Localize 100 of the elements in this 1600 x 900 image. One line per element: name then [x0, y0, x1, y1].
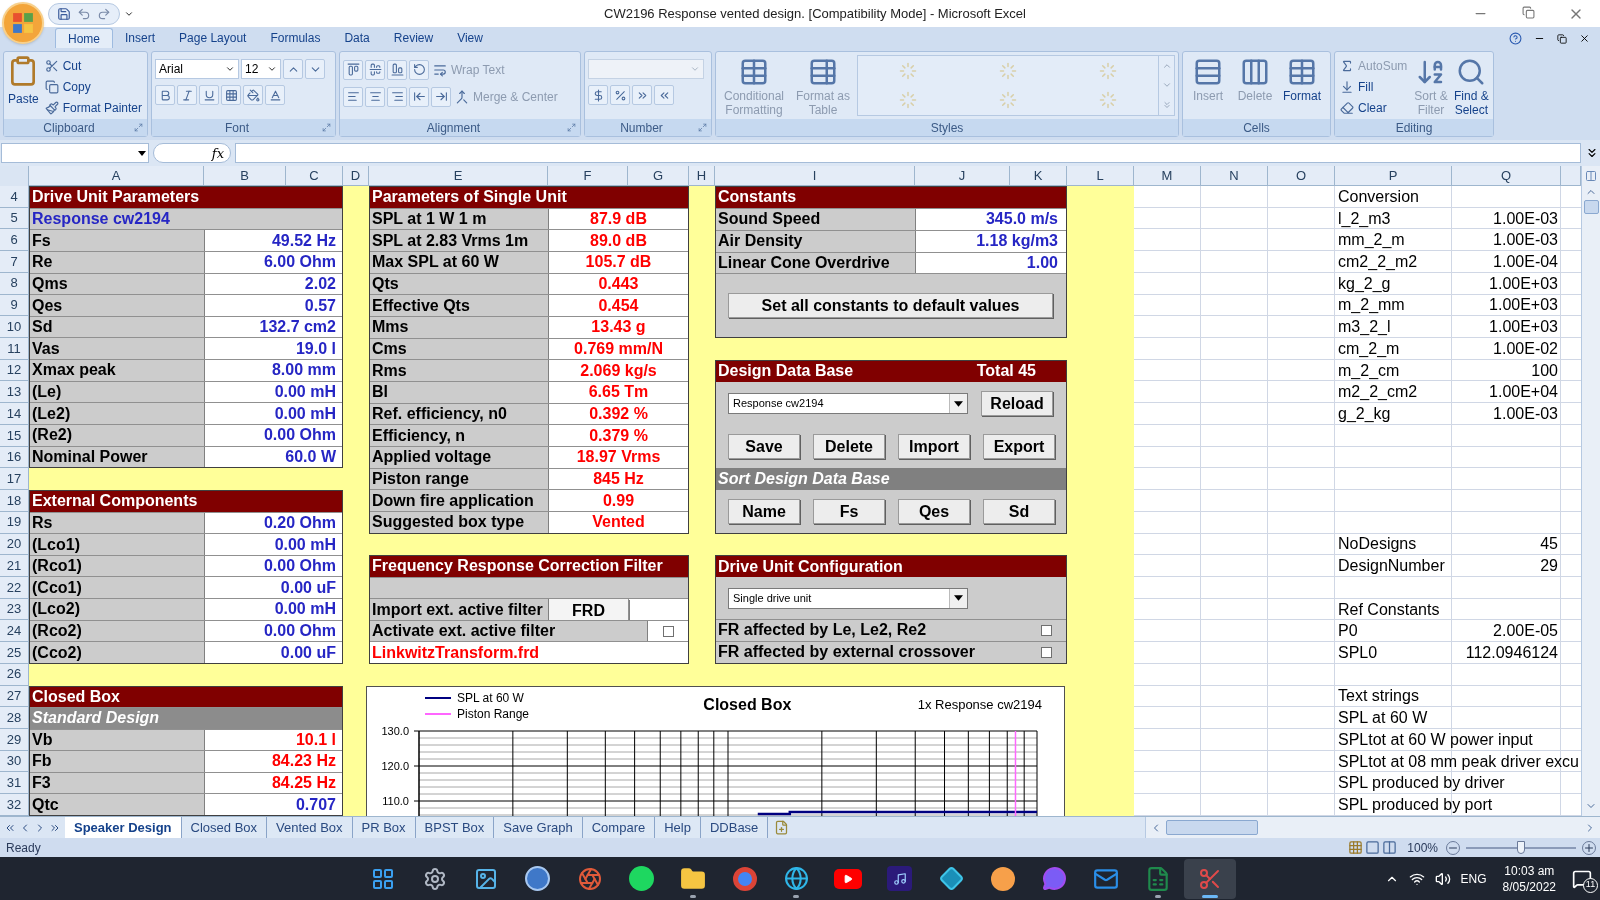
column-header[interactable]: D	[343, 166, 369, 186]
decrease-decimal-icon[interactable]	[654, 85, 674, 105]
sheet-button[interactable]: Delete	[813, 434, 885, 460]
zoom-level[interactable]: 100%	[1407, 838, 1438, 857]
row-header[interactable]: 20	[0, 533, 29, 556]
row-header[interactable]: 15	[0, 424, 29, 447]
row-header[interactable]: 26	[0, 663, 29, 686]
increase-indent-icon[interactable]	[431, 86, 451, 107]
orientation-icon[interactable]	[409, 59, 429, 80]
row-header[interactable]: 10	[0, 316, 29, 339]
insert-function-button[interactable]: fx	[153, 143, 231, 163]
column-header[interactable]: P	[1335, 166, 1452, 186]
dialog-launcher-icon[interactable]	[698, 123, 707, 132]
split-icon[interactable]	[1585, 170, 1597, 182]
restore-icon[interactable]	[1557, 33, 1567, 44]
dialog-launcher-icon[interactable]	[134, 123, 143, 132]
font-color-icon[interactable]	[265, 85, 285, 105]
sheet-button[interactable]: Save	[728, 434, 800, 460]
font-name-field[interactable]: Arial	[155, 59, 239, 79]
ribbon-button[interactable]: Find & Select	[1452, 55, 1490, 119]
row-header[interactable]: 13	[0, 381, 29, 404]
column-header[interactable]: G	[628, 166, 689, 186]
sheet-button[interactable]: Import	[898, 434, 970, 460]
ribbon-button[interactable]: Cut	[42, 55, 144, 76]
row-header[interactable]: 9	[0, 294, 29, 317]
row-header[interactable]: 6	[0, 229, 29, 252]
row-header[interactable]: 8	[0, 272, 29, 295]
align-bottom-icon[interactable]	[387, 59, 407, 80]
ribbon-tab[interactable]: Insert	[113, 28, 168, 48]
ribbon-tab[interactable]: View	[445, 28, 495, 48]
font-size-field[interactable]: 12	[241, 59, 281, 79]
align-center-icon[interactable]	[365, 86, 385, 107]
new-sheet-icon[interactable]	[774, 820, 790, 835]
row-header[interactable]: 25	[0, 642, 29, 664]
align-left-icon[interactable]	[343, 86, 363, 107]
ribbon-button[interactable]: Copy	[42, 76, 144, 97]
row-header[interactable]: 32	[0, 794, 29, 816]
normal-view-icon[interactable]	[1348, 840, 1364, 855]
redo-icon[interactable]	[97, 6, 111, 21]
sheet-button[interactable]: Set all constants to default values	[728, 293, 1053, 319]
number-format-field[interactable]	[588, 59, 704, 79]
shrink-font-icon[interactable]	[305, 59, 325, 79]
column-header[interactable]: F	[548, 166, 628, 186]
restore-icon[interactable]	[1521, 5, 1535, 19]
volume-icon[interactable]	[1434, 870, 1451, 887]
ribbon-button[interactable]: Format	[1280, 55, 1324, 119]
row-header[interactable]: 11	[0, 338, 29, 360]
row-header[interactable]: 27	[0, 685, 29, 708]
checkbox[interactable]	[1041, 624, 1052, 636]
row-header[interactable]: 30	[0, 750, 29, 773]
row-header[interactable]: 5	[0, 207, 29, 230]
scroll-thumb[interactable]	[1583, 200, 1599, 214]
row-header[interactable]: 17	[0, 468, 29, 491]
paint-bucket-icon[interactable]	[243, 85, 263, 105]
ribbon-tab[interactable]: Review	[381, 28, 446, 48]
column-header[interactable]: M	[1134, 166, 1201, 186]
dropdown[interactable]: Single drive unit	[728, 587, 968, 609]
play-icon[interactable]	[834, 868, 863, 889]
ribbon-tab[interactable]: Formulas	[258, 28, 333, 48]
formula-field[interactable]	[235, 143, 1581, 163]
align-top-icon[interactable]	[343, 59, 363, 80]
dialog-launcher-icon[interactable]	[567, 123, 576, 132]
aperture-icon[interactable]	[577, 866, 602, 891]
page-layout-icon[interactable]	[1365, 840, 1381, 855]
zoom-thumb[interactable]	[1517, 841, 1525, 854]
row-header[interactable]: 7	[0, 251, 29, 273]
ribbon-tab[interactable]: Page Layout	[167, 28, 259, 48]
ribbon-button[interactable]: Format Painter	[42, 97, 144, 118]
increase-decimal-icon[interactable]	[632, 85, 652, 105]
row-header[interactable]: 29	[0, 728, 29, 751]
align-right-icon[interactable]	[387, 86, 407, 107]
row-header[interactable]: 28	[0, 707, 29, 729]
taskbar-button[interactable]	[1184, 858, 1236, 899]
column-header[interactable]: K	[1010, 166, 1067, 186]
column-header[interactable]: C	[286, 166, 343, 186]
row-header[interactable]: 4	[0, 186, 29, 208]
row-header[interactable]: 23	[0, 598, 29, 621]
bold-icon[interactable]	[155, 85, 175, 105]
music-icon[interactable]	[887, 866, 913, 891]
horizontal-scrollbar[interactable]	[1145, 817, 1600, 838]
percent-icon[interactable]	[610, 85, 630, 105]
column-header[interactable]: B	[204, 166, 286, 186]
column-header[interactable]: O	[1268, 166, 1335, 186]
zoom-slider[interactable]	[1466, 840, 1576, 855]
sheet-button[interactable]: Sd	[983, 498, 1055, 524]
gear-icon[interactable]	[422, 866, 447, 891]
row-header[interactable]: 19	[0, 511, 29, 534]
sheet-button[interactable]: Reload	[981, 391, 1053, 417]
row-header[interactable]: 21	[0, 555, 29, 577]
sheet-button[interactable]: Export	[983, 434, 1055, 460]
diamond-icon[interactable]	[938, 866, 964, 891]
paste-button[interactable]: Paste	[7, 55, 40, 119]
save-icon[interactable]	[57, 6, 71, 21]
undo-icon[interactable]	[77, 6, 91, 21]
row-header[interactable]: 22	[0, 576, 29, 599]
row-header[interactable]: 16	[0, 446, 29, 469]
ribbon-button[interactable]: Clear	[1338, 97, 1410, 118]
help-icon[interactable]	[1509, 32, 1522, 45]
grow-font-icon[interactable]	[283, 59, 303, 79]
folder-icon[interactable]	[679, 865, 706, 892]
